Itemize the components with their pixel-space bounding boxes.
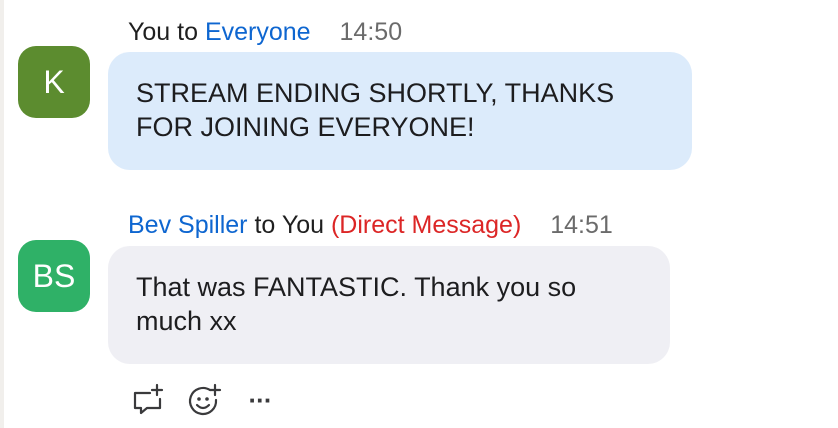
- recipient-link[interactable]: Everyone: [205, 18, 311, 46]
- more-options-button[interactable]: ···: [240, 380, 280, 420]
- message-header: Bev Spiller to You (Direct Message) 14:5…: [128, 210, 613, 240]
- message-text-line: That was FANTASTIC. Thank you so: [136, 272, 577, 302]
- message-header: You to Everyone 14:50: [128, 17, 402, 47]
- avatar-initials: K: [43, 63, 65, 100]
- avatar-initials: BS: [32, 257, 76, 294]
- add-reaction-button[interactable]: [184, 380, 224, 420]
- message-text-line: FOR JOINING EVERYONE!: [136, 112, 475, 142]
- recipient-name: You: [281, 211, 324, 239]
- panel-edge: [0, 0, 4, 428]
- emoji-plus-icon: [188, 383, 222, 416]
- message-time: 14:50: [339, 18, 403, 46]
- message-time: 14:51: [550, 211, 613, 239]
- to-word: to: [254, 211, 276, 239]
- reply-button[interactable]: [128, 380, 168, 420]
- to-word: to: [177, 18, 198, 46]
- direct-message-tag: (Direct Message): [330, 211, 522, 239]
- chat-panel: K You to Everyone 14:50 STREAM ENDING SH…: [0, 0, 838, 428]
- message-bubble[interactable]: That was FANTASTIC. Thank you so much xx: [108, 246, 670, 364]
- avatar[interactable]: K: [18, 46, 90, 118]
- more-icon: ···: [248, 384, 273, 415]
- avatar[interactable]: BS: [18, 240, 90, 312]
- sender-name-link[interactable]: Bev Spiller: [128, 211, 248, 239]
- message-actions: ···: [128, 380, 296, 420]
- sender-name: You: [128, 18, 171, 46]
- comment-plus-icon: [133, 383, 164, 415]
- message-bubble[interactable]: STREAM ENDING SHORTLY, THANKS FOR JOININ…: [108, 52, 692, 170]
- message-text-line: much xx: [136, 306, 237, 336]
- message-text-line: STREAM ENDING SHORTLY, THANKS: [136, 78, 615, 108]
